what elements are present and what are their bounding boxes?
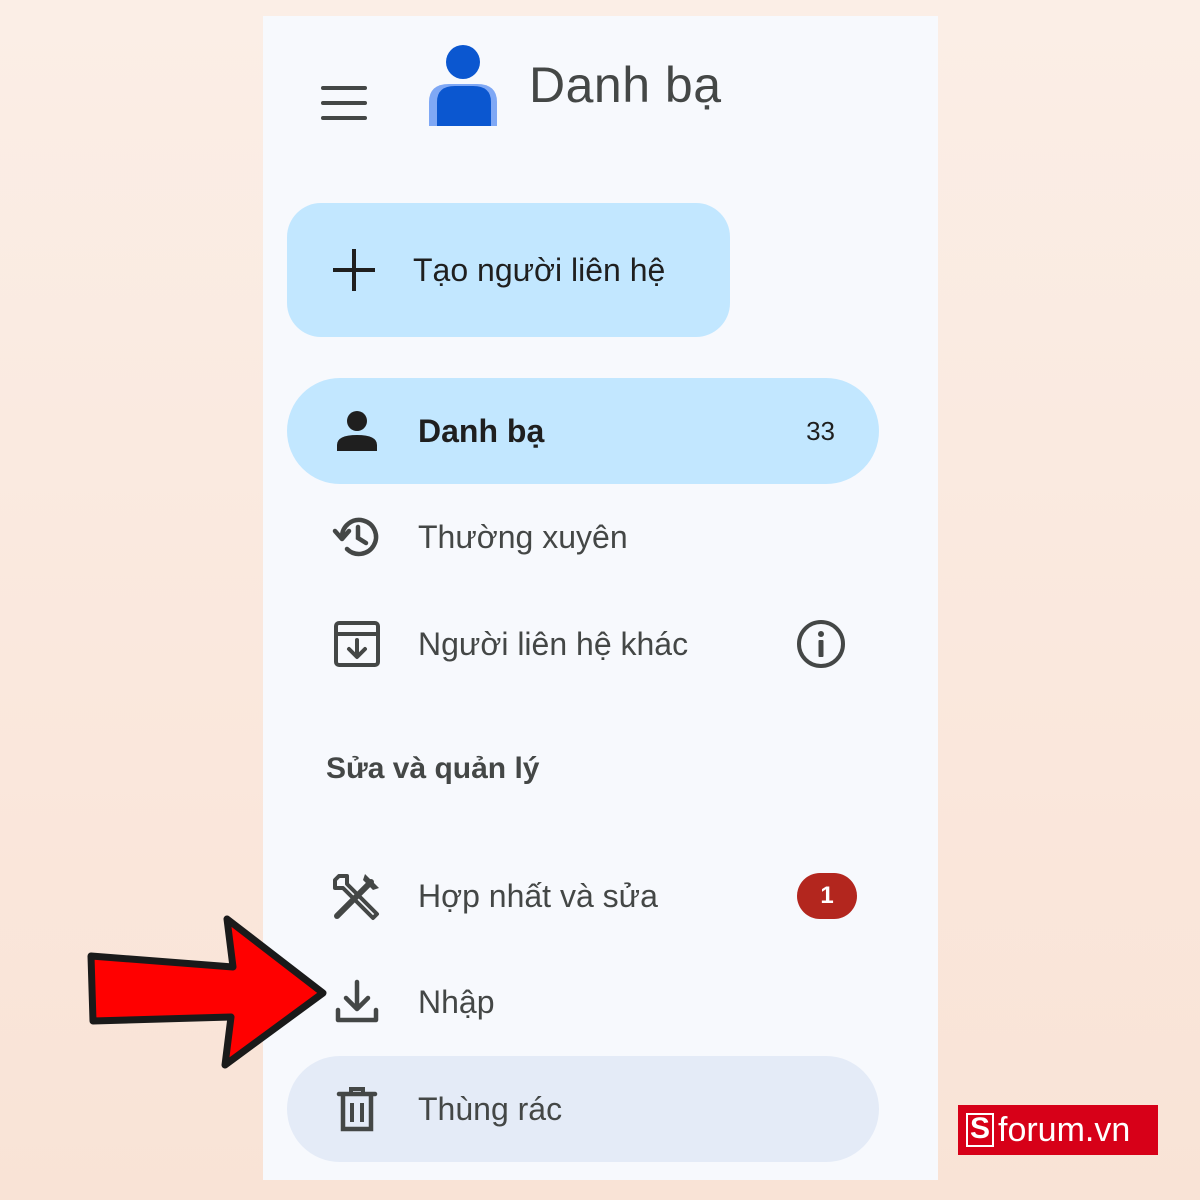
nav-item-frequent[interactable]: Thường xuyên xyxy=(287,484,879,590)
nav-item-label: Nhập xyxy=(418,983,495,1020)
trash-icon xyxy=(331,1083,383,1135)
tools-icon xyxy=(331,870,383,922)
nav-item-label: Người liên hệ khác xyxy=(418,625,689,662)
nav-item-label: Thùng rác xyxy=(418,1090,563,1127)
person-icon xyxy=(331,405,383,457)
nav-item-label: Thường xuyên xyxy=(418,518,628,555)
history-icon xyxy=(331,511,383,563)
nav-item-contacts[interactable]: Danh bạ 33 xyxy=(287,378,879,484)
archive-download-icon xyxy=(331,618,383,670)
app-title: Danh bạ xyxy=(529,57,722,113)
app-header: Danh bạ xyxy=(263,16,938,166)
sforum-text: forum.vn xyxy=(998,1110,1131,1149)
create-contact-button[interactable]: Tạo người liên hệ xyxy=(287,203,730,337)
notification-badge: 1 xyxy=(797,873,857,919)
contacts-count: 33 xyxy=(806,415,835,446)
nav-item-other-contacts[interactable]: Người liên hệ khác xyxy=(287,591,879,697)
download-icon xyxy=(331,976,383,1028)
nav-item-merge-fix[interactable]: Hợp nhất và sửa 1 xyxy=(287,843,879,949)
plus-icon xyxy=(333,249,375,291)
sforum-watermark-logo: S forum.vn xyxy=(958,1105,1158,1155)
create-contact-label: Tạo người liên hệ xyxy=(413,251,666,288)
info-icon[interactable] xyxy=(795,618,847,670)
contacts-logo-icon xyxy=(429,45,497,126)
nav-item-trash[interactable]: Thùng rác xyxy=(287,1056,879,1162)
section-title: Sửa và quản lý xyxy=(326,752,540,785)
nav-item-import[interactable]: Nhập xyxy=(287,949,879,1055)
red-pointer-arrow-icon xyxy=(87,915,327,1069)
hamburger-menu-icon[interactable] xyxy=(321,86,367,120)
sforum-s-mark: S xyxy=(966,1113,994,1147)
nav-item-label: Hợp nhất và sửa xyxy=(418,877,658,914)
contacts-sidebar: Danh bạ Tạo người liên hệ Danh bạ 33 Thư… xyxy=(263,16,938,1180)
nav-item-label: Danh bạ xyxy=(418,412,545,449)
